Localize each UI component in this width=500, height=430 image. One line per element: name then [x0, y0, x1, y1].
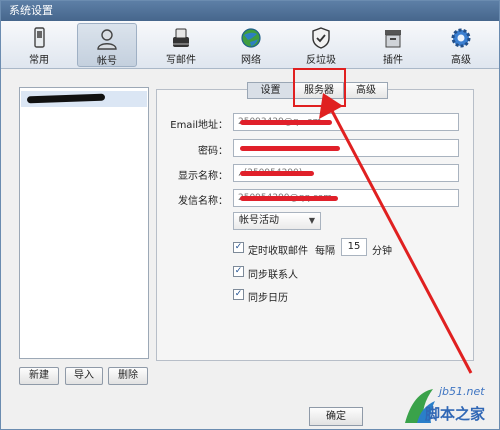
tab-advanced[interactable]: 高级 — [344, 82, 388, 99]
interval-unit: 分钟 — [372, 246, 392, 257]
interval-input[interactable]: 15 — [341, 238, 367, 256]
annotation-highlight-box — [293, 68, 346, 107]
toolbar-label: 高级 — [451, 55, 471, 66]
import-button[interactable]: 导入 — [65, 367, 103, 385]
ok-button[interactable]: 确定 — [309, 407, 363, 426]
email-field[interactable]: 25093429@q...om — [233, 113, 459, 131]
toolbar-label: 帐号 — [97, 56, 117, 67]
sync-contacts-label: 同步联系人 — [248, 270, 298, 281]
account-status-select[interactable]: 帐号活动 ▼ — [233, 212, 321, 230]
redaction-mark — [240, 171, 314, 176]
email-label: Email地址： — [170, 120, 228, 131]
sync-contacts-checkbox[interactable]: ✓ — [233, 266, 244, 277]
watermark-url: jb51.net — [439, 385, 485, 398]
tab-settings[interactable]: 设置 — [247, 82, 294, 99]
account-status-value: 帐号活动 — [239, 215, 279, 226]
toolbar-label: 插件 — [383, 55, 403, 66]
display-name-field[interactable]: ,,(250954290) — [233, 164, 459, 182]
display-name-label: 显示名称： — [178, 171, 228, 182]
toolbar-account[interactable]: 帐号 — [77, 23, 137, 67]
toolbar-label: 写邮件 — [166, 55, 196, 66]
toolbar-label: 常用 — [29, 55, 49, 66]
redaction-mark — [240, 196, 338, 201]
chevron-down-icon: ▼ — [308, 216, 315, 225]
redaction-mark — [240, 146, 340, 151]
sync-calendar-checkbox[interactable]: ✓ — [233, 289, 244, 300]
settings-window: 系统设置 常用 帐号 写邮件 网络 反垃圾 插件 高级 新建 导入 删除 设置 … — [0, 0, 500, 430]
phone-icon — [34, 27, 45, 48]
user-icon — [97, 29, 117, 50]
timed-fetch-label: 定时收取邮件 — [248, 246, 308, 257]
toolbar-antispam[interactable]: 反垃圾 — [291, 23, 351, 67]
sync-calendar-label: 同步日历 — [248, 293, 288, 304]
watermark-text: 脚本之家 — [425, 405, 486, 423]
account-list-item[interactable] — [21, 91, 147, 107]
timed-fetch-checkbox[interactable]: ✓ — [233, 242, 244, 253]
toolbar-label: 反垃圾 — [306, 55, 336, 66]
interval-prefix: 每隔 — [315, 246, 335, 257]
compose-icon — [173, 28, 189, 47]
sender-name-field[interactable]: 250954290@qq.com — [233, 189, 459, 207]
new-account-button[interactable]: 新建 — [19, 367, 59, 385]
toolbar-plugins[interactable]: 插件 — [363, 23, 423, 67]
redaction-mark — [26, 93, 106, 104]
password-label: 密码： — [198, 146, 228, 157]
plugin-box-icon — [385, 30, 401, 48]
redaction-mark — [240, 120, 332, 125]
delete-button[interactable]: 删除 — [108, 367, 148, 385]
password-field[interactable] — [233, 139, 459, 157]
sender-name-label: 发信名称： — [178, 196, 228, 207]
window-title: 系统设置 — [1, 1, 499, 21]
toolbar-label: 网络 — [241, 55, 261, 66]
toolbar-advanced[interactable]: 高级 — [431, 23, 491, 67]
toolbar-network[interactable]: 网络 — [221, 23, 281, 67]
toolbar-compose[interactable]: 写邮件 — [151, 23, 211, 67]
gear-icon — [451, 28, 471, 48]
account-list[interactable] — [19, 87, 149, 359]
shield-icon — [312, 27, 330, 49]
globe-icon — [241, 28, 261, 48]
toolbar-common[interactable]: 常用 — [9, 23, 69, 67]
settings-toolbar: 常用 帐号 写邮件 网络 反垃圾 插件 高级 — [1, 21, 499, 69]
